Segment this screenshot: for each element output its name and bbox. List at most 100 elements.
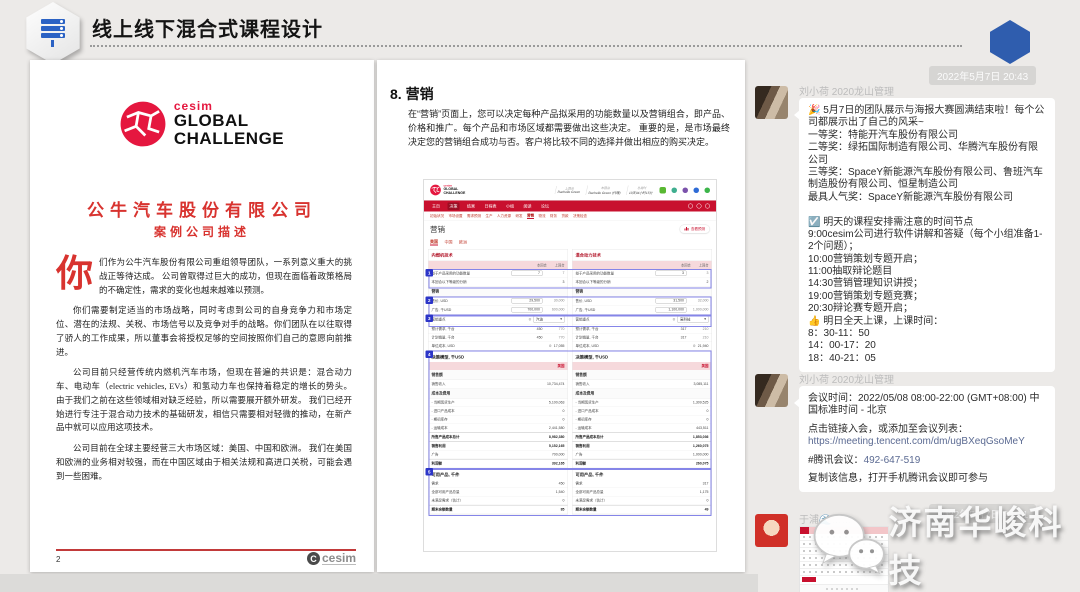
cesim-globe-icon	[430, 185, 441, 196]
nav-item[interactable]: 决策	[448, 202, 460, 210]
thumbnail-chart-title	[800, 584, 888, 592]
decision-input[interactable]: 7	[512, 271, 543, 277]
table-row: - 当期现货生产1,309,525	[573, 399, 712, 408]
gear-icon[interactable]: ⚙	[693, 344, 696, 348]
decision-panel: 内燃机技术本回合上回合拟于产品采用的功能数量77本回合以下等级的分销3营销售价,…	[428, 249, 568, 515]
person-icon[interactable]	[688, 204, 693, 209]
app-sub-nav: 初始状况市场设置需求预测生产人力资源研发营销物流财务贷款决策检查	[424, 212, 716, 222]
marketing-chapter-page: 8. 营销 在“营销”页面上，您可以决定每种产品拟采用的功能数量以及营销组合，即…	[377, 60, 745, 572]
app-user-info: 上回合Rachelle Green本回合Rachelle Green (代理)总…	[555, 185, 710, 195]
table-row: 销售收入10,734,474	[429, 380, 568, 389]
forecast-button[interactable]: 查看预测	[680, 225, 711, 234]
page-title: 线上线下混合式课程设计	[92, 13, 323, 42]
subnav-item[interactable]: 营销	[527, 213, 534, 219]
case-company-title: 公牛汽车股份有限公司	[30, 196, 374, 221]
app-header: cesim GLOBALCHALLENGE 上回合Rachelle Green本…	[424, 180, 716, 201]
thumbnail-red-chip	[802, 577, 816, 582]
table-row: 计划销量, 千台317210	[573, 334, 712, 343]
app-page-title: 营销	[430, 224, 445, 235]
decision-input[interactable]: 700,000	[512, 307, 543, 313]
cesim-logo: cesim GLOBAL CHALLENGE	[30, 100, 374, 148]
avatar[interactable]	[755, 86, 788, 119]
decision-select[interactable]: 汽油▾	[534, 316, 565, 323]
subnav-item[interactable]: 市场设置	[449, 214, 463, 219]
meeting-link[interactable]: https://meeting.tencent.com/dm/ugBXeqGso…	[808, 436, 1025, 447]
table-row: 本回合以下等级的分销2	[573, 278, 712, 287]
subnav-item[interactable]: 物流	[539, 214, 546, 219]
subnav-item[interactable]: 初始状况	[430, 214, 444, 219]
subnav-item[interactable]: 需求预测	[467, 214, 481, 219]
subnav-item[interactable]: 研发	[516, 214, 523, 219]
market-tab[interactable]: 欧洲	[459, 239, 467, 245]
status-dot	[705, 187, 711, 193]
cesim-circle-icon: C	[307, 552, 320, 565]
subnav-item[interactable]: 决策检查	[573, 214, 587, 219]
subnav-item[interactable]: 贷款	[562, 214, 569, 219]
decision-input[interactable]: 3	[656, 271, 687, 277]
cesim-footer-logo: C cesim	[307, 552, 356, 565]
gear-icon[interactable]: ⚙	[528, 318, 531, 322]
nav-item[interactable]: 阅读	[522, 202, 534, 210]
subnav-item[interactable]: 人力资源	[497, 214, 511, 219]
nav-item[interactable]: 小组	[504, 202, 516, 210]
subnav-item[interactable]: 生产	[486, 214, 493, 219]
chat-image-thumbnail[interactable]	[799, 526, 889, 592]
table-row: 广告, 千USD700,000600,000	[429, 306, 568, 315]
table-row: - 进口产品成本0	[573, 407, 712, 416]
table-row: - 运输成本2,441,580	[429, 424, 568, 433]
table-row: 售价, USD29,50030,000	[429, 297, 568, 306]
nav-item[interactable]: 主页	[430, 202, 442, 210]
chat-message: 🎉 5月7日的团队展示与海报大赛圆满结束啦！每个公司都展示出了自己的风采~ 一等…	[799, 98, 1055, 372]
section-subheader: 销售额	[429, 370, 568, 380]
decision-select[interactable]: 高科技▾	[678, 316, 709, 323]
market-label-row: 美国	[429, 362, 568, 370]
page-number: 2	[56, 555, 60, 564]
table-row: 售价, USD31,50032,000	[573, 297, 712, 306]
user-info-item: 总用时13天04小时15分	[626, 185, 656, 195]
decision-input[interactable]: 31,500	[656, 298, 687, 304]
section-subheader: 成本及费用	[429, 389, 568, 399]
app-main-nav: 主页决策结果日程表小组阅读论坛	[424, 201, 716, 212]
table-row: 需求450	[429, 480, 568, 489]
decision-panel: 混合动力技术本回合上回合拟于产品采用的功能数量33本回合以下等级的分销2营销售价…	[572, 249, 712, 515]
status-dot	[660, 187, 667, 194]
panel-title: 混合动力技术	[573, 250, 712, 262]
help-icon[interactable]	[697, 204, 702, 209]
market-tab[interactable]: 美国	[430, 239, 438, 246]
chat-panel: 2022年5月7日 20:43 刘小荷 2020龙山管理 🎉 5月7日的团队展示…	[753, 58, 1080, 592]
sender-name: 于浦🌊……	[799, 511, 851, 526]
gear-icon[interactable]: ⚙	[549, 344, 552, 348]
case-subtitle: 案例公司描述	[30, 223, 374, 240]
decision-input[interactable]: 1,100,000	[656, 307, 687, 313]
decision-input[interactable]: 29,500	[512, 298, 543, 304]
chapter-body-text: 在“营销”页面上，您可以决定每种产品拟采用的功能数量以及营销组合，即产品、价格和…	[408, 108, 730, 150]
nav-item[interactable]: 论坛	[539, 202, 551, 210]
avatar[interactable]	[755, 374, 788, 407]
table-row: 全部可用产品总量1,175	[573, 488, 712, 497]
nav-item[interactable]: 日程表	[483, 202, 499, 210]
table-row: 广告, 千USD1,100,0001,000,000	[573, 306, 712, 315]
market-tabs: 美国 中国欧洲	[424, 237, 716, 247]
avatar[interactable]	[755, 514, 788, 547]
gear-icon[interactable]: ⚙	[672, 318, 675, 322]
header-hexagon-badge	[22, 2, 84, 64]
table-row: 单位成本, USD⚙17,055	[429, 342, 568, 351]
slide-canvas: 线上线下混合式课程设计 cesim GLOBAL CHALLENGE 公牛汽车股…	[0, 0, 1080, 592]
table-row: - 期初库存0	[429, 416, 568, 425]
table-row: - 运输成本443,511	[573, 424, 712, 433]
market-tab[interactable]: 中国	[445, 239, 453, 245]
nav-item[interactable]: 结果	[465, 202, 477, 210]
subnav-item[interactable]: 财务	[550, 214, 557, 219]
server-icon	[41, 19, 65, 47]
logout-icon[interactable]	[705, 204, 710, 209]
table-row: - 当期现货生产5,100,063	[429, 399, 568, 408]
table-row: 销售利润1,260,075	[573, 442, 712, 451]
table-row: 需求317	[573, 480, 712, 489]
chevron-down-icon: ▾	[560, 317, 562, 322]
status-dot	[694, 187, 700, 193]
case-description-page: cesim GLOBAL CHALLENGE 公牛汽车股份有限公司 案例公司描述…	[30, 60, 374, 572]
nav-right-icons	[688, 204, 710, 209]
decision-panels: 内燃机技术本回合上回合拟于产品采用的功能数量77本回合以下等级的分销3营销售价,…	[424, 247, 716, 520]
table-row: 计划销量, 千台450770	[429, 334, 568, 343]
table-row: 全部可用产品总量1,540	[429, 488, 568, 497]
